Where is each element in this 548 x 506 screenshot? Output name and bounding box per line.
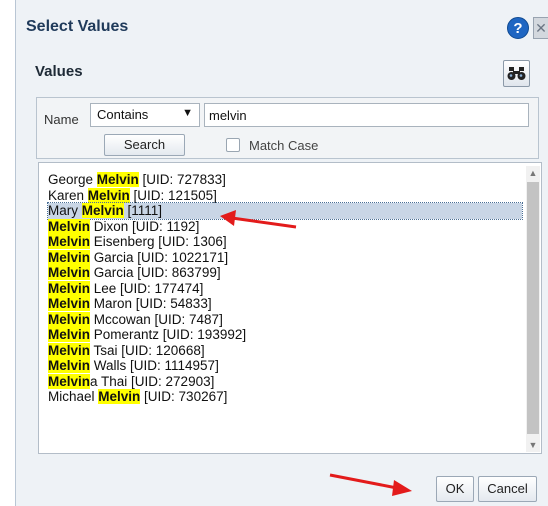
item-text-prefix: George (48, 172, 97, 187)
item-match-highlight: Melvin (48, 373, 91, 389)
list-item[interactable]: Melvin Pomerantz [UID: 193992] (48, 327, 522, 343)
list-item[interactable]: Karen Melvin [UID: 121505] (48, 187, 522, 204)
item-text-suffix: Mccowan [UID: 7487] (90, 311, 223, 327)
results-listbox[interactable]: George Melvin [UID: 727833] Karen Melvin … (38, 162, 542, 454)
dropdown-arrow-icon: ▼ (182, 107, 193, 119)
vertical-scrollbar[interactable]: ▲ ▼ (526, 166, 540, 452)
item-text-prefix: Michael (48, 389, 99, 404)
item-match-highlight: Melvin (48, 234, 91, 249)
binoculars-icon (507, 67, 526, 80)
operator-select[interactable]: Contains ▼ (90, 103, 200, 127)
operator-selected-value: Contains (97, 107, 149, 122)
scroll-thumb[interactable] (527, 182, 539, 434)
item-text-prefix: Karen (48, 187, 88, 203)
list-item[interactable]: Mary Melvin [1111] (47, 202, 523, 220)
item-match-highlight: Melvin (48, 218, 91, 234)
ok-button[interactable]: OK (436, 476, 474, 502)
item-text-suffix: Lee [UID: 177474] (90, 280, 204, 296)
item-text-suffix: [UID: 730267] (140, 389, 228, 404)
item-text-suffix: Eisenberg [UID: 1306] (90, 234, 227, 249)
item-text-suffix: Maron [UID: 54833] (90, 296, 212, 311)
item-text-suffix: Garcia [UID: 863799] (90, 265, 221, 280)
list-item[interactable]: Melvin Lee [UID: 177474] (48, 280, 522, 297)
item-match-highlight: Melvin (81, 203, 124, 218)
list-item[interactable]: Michael Melvin [UID: 730267] (48, 389, 522, 405)
list-item[interactable]: Melvin Eisenberg [UID: 1306] (48, 234, 522, 250)
list-item[interactable]: Melvin Garcia [UID: 863799] (48, 265, 522, 281)
select-values-dialog: Select Values ? ✕ Values Name Contains ▼… (15, 0, 548, 506)
scroll-down-arrow-icon[interactable]: ▼ (526, 438, 540, 452)
item-text-suffix: [UID: 121505] (129, 187, 217, 203)
item-match-highlight: Melvin (48, 311, 91, 327)
item-text-suffix: a Thai [UID: 272903] (90, 373, 215, 389)
list-item[interactable]: Melvin Dixon [UID: 1192] (48, 218, 522, 235)
help-icon[interactable]: ? (507, 17, 529, 39)
list-item[interactable]: Melvin Garcia [UID: 1022171] (48, 249, 522, 266)
list-item[interactable]: Melvina Thai [UID: 272903] (48, 373, 522, 390)
item-text-prefix: Mary (48, 203, 82, 218)
list-item[interactable]: Melvin Tsai [UID: 120668] (48, 342, 522, 359)
name-label: Name (44, 112, 79, 127)
item-match-highlight: Melvin (48, 342, 91, 358)
item-text-suffix: [UID: 727833] (138, 172, 226, 187)
item-text-suffix: [1111] (123, 203, 163, 218)
list-item[interactable]: Melvin Maron [UID: 54833] (48, 296, 522, 312)
item-text-suffix: Dixon [UID: 1192] (90, 218, 200, 234)
item-text-suffix: Pomerantz [UID: 193992] (90, 327, 247, 342)
match-case-label: Match Case (249, 138, 319, 153)
list-item[interactable]: Melvin Mccowan [UID: 7487] (48, 311, 522, 328)
values-section-title: Values (35, 63, 83, 80)
list-item[interactable]: Melvin Walls [UID: 1114957] (48, 358, 522, 374)
cancel-button[interactable]: Cancel (478, 476, 537, 502)
dialog-titlebar: Select Values ? ✕ (16, 0, 548, 54)
item-match-highlight: Melvin (87, 187, 130, 203)
item-match-highlight: Melvin (48, 358, 91, 373)
match-case-checkbox[interactable] (226, 138, 240, 152)
item-text-suffix: Walls [UID: 1114957] (90, 358, 219, 373)
item-match-highlight: Melvin (48, 296, 91, 311)
results-list: George Melvin [UID: 727833] Karen Melvin … (47, 172, 523, 405)
item-text-suffix: Garcia [UID: 1022171] (90, 249, 229, 265)
item-match-highlight: Melvin (48, 249, 91, 265)
item-match-highlight: Melvin (98, 389, 141, 404)
list-item[interactable]: George Melvin [UID: 727833] (48, 172, 522, 188)
scroll-up-arrow-icon[interactable]: ▲ (526, 166, 540, 180)
close-icon[interactable]: ✕ (533, 17, 548, 39)
binoculars-search-button[interactable] (503, 60, 530, 87)
search-input[interactable] (204, 103, 529, 127)
item-match-highlight: Melvin (48, 280, 91, 296)
search-button[interactable]: Search (104, 134, 185, 156)
item-match-highlight: Melvin (96, 172, 139, 187)
item-text-suffix: Tsai [UID: 120668] (90, 342, 205, 358)
search-panel: Name Contains ▼ Search Match Case (36, 97, 539, 159)
item-match-highlight: Melvin (48, 265, 91, 280)
item-match-highlight: Melvin (48, 327, 91, 342)
dialog-title: Select Values (26, 18, 129, 35)
